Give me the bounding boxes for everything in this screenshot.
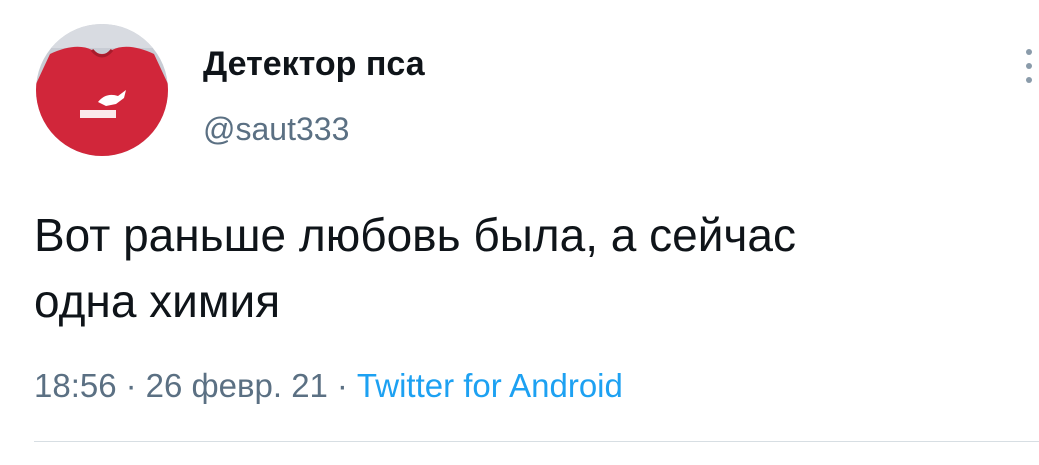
tweet-source-link[interactable]: Twitter for Android [357, 367, 623, 404]
author-handle[interactable]: @saut333 [203, 108, 349, 150]
meta-separator: · [336, 367, 348, 404]
tweet-text-line: Вот раньше любовь была, а сейчас [34, 209, 796, 261]
meta-separator: · [125, 367, 137, 404]
divider [34, 441, 1039, 442]
tweet-text: Вот раньше любовь была, а сейчас одна хи… [34, 202, 1034, 334]
avatar[interactable] [36, 24, 168, 156]
tweet-meta: 18:56 · 26 февр. 21 · Twitter for Android [34, 364, 623, 408]
avatar-image [36, 24, 168, 156]
tweet-date[interactable]: 26 февр. 21 [146, 367, 328, 404]
author-display-name[interactable]: Детектор пса [203, 42, 425, 86]
tweet-text-line: одна химия [34, 275, 281, 327]
tweet-time[interactable]: 18:56 [34, 367, 117, 404]
more-vertical-icon[interactable] [1016, 45, 1039, 87]
